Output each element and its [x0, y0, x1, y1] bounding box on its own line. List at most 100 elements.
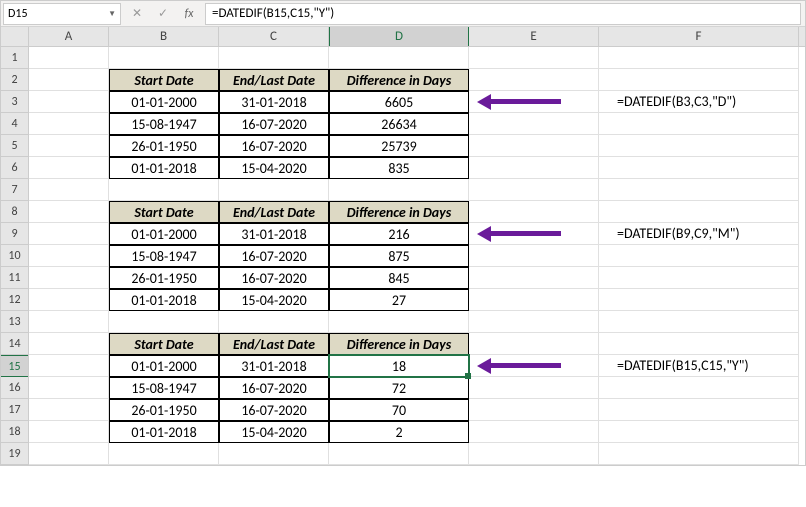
empty-cell[interactable]	[469, 47, 599, 69]
date-cell[interactable]: 16-07-2020	[219, 267, 329, 289]
empty-cell[interactable]	[599, 443, 799, 465]
empty-cell[interactable]	[599, 135, 799, 157]
empty-cell[interactable]	[469, 333, 599, 355]
table-header[interactable]: End/Last Date	[219, 333, 329, 355]
empty-cell[interactable]	[599, 267, 799, 289]
date-cell[interactable]: 26-01-1950	[109, 399, 219, 421]
result-cell[interactable]: 216	[329, 223, 469, 245]
row-header-5[interactable]: 5	[1, 135, 28, 157]
empty-cell[interactable]	[219, 443, 329, 465]
date-cell[interactable]: 01-01-2018	[109, 157, 219, 179]
empty-cell[interactable]	[469, 113, 599, 135]
empty-cell[interactable]	[29, 267, 109, 289]
date-cell[interactable]: 16-07-2020	[219, 399, 329, 421]
annotation-formula[interactable]: =DATEDIF(B9,C9,"M")	[599, 223, 799, 245]
date-cell[interactable]: 26-01-1950	[109, 135, 219, 157]
empty-cell[interactable]	[469, 421, 599, 443]
empty-cell[interactable]	[469, 443, 599, 465]
empty-cell[interactable]	[219, 47, 329, 69]
row-header-2[interactable]: 2	[1, 69, 28, 91]
empty-cell[interactable]	[29, 223, 109, 245]
empty-cell[interactable]	[469, 267, 599, 289]
empty-cell[interactable]	[329, 47, 469, 69]
empty-cell[interactable]	[329, 311, 469, 333]
empty-cell[interactable]	[29, 289, 109, 311]
formula-input[interactable]: =DATEDIF(B15,C15,"Y")	[205, 3, 801, 25]
column-header-c[interactable]: C	[219, 27, 329, 46]
row-header-19[interactable]: 19	[1, 443, 28, 465]
row-header-10[interactable]: 10	[1, 245, 28, 267]
empty-cell[interactable]	[469, 135, 599, 157]
annotation-formula[interactable]: =DATEDIF(B3,C3,"D")	[599, 91, 799, 113]
column-header-f[interactable]: F	[599, 27, 799, 46]
date-cell[interactable]: 15-04-2020	[219, 421, 329, 443]
empty-cell[interactable]	[599, 333, 799, 355]
cancel-icon[interactable]: ✕	[129, 6, 145, 21]
row-header-18[interactable]: 18	[1, 421, 28, 443]
date-cell[interactable]: 31-01-2018	[219, 355, 329, 377]
empty-cell[interactable]	[29, 113, 109, 135]
date-cell[interactable]: 15-04-2020	[219, 157, 329, 179]
result-cell[interactable]: 26634	[329, 113, 469, 135]
column-header-d[interactable]: D	[329, 27, 469, 46]
row-header-8[interactable]: 8	[1, 201, 28, 223]
empty-cell[interactable]	[29, 333, 109, 355]
empty-cell[interactable]	[599, 179, 799, 201]
table-header[interactable]: Difference in Days	[329, 69, 469, 91]
result-cell[interactable]: 72	[329, 377, 469, 399]
empty-cell[interactable]	[469, 157, 599, 179]
empty-cell[interactable]	[109, 47, 219, 69]
empty-cell[interactable]	[29, 157, 109, 179]
column-header-a[interactable]: A	[29, 27, 109, 46]
date-cell[interactable]: 01-01-2000	[109, 355, 219, 377]
result-cell[interactable]: 27	[329, 289, 469, 311]
date-cell[interactable]: 31-01-2018	[219, 223, 329, 245]
row-header-1[interactable]: 1	[1, 47, 28, 69]
annotation-arrow[interactable]	[469, 91, 599, 113]
empty-cell[interactable]	[109, 179, 219, 201]
select-all-corner[interactable]	[1, 27, 29, 47]
result-cell[interactable]: 875	[329, 245, 469, 267]
table-header[interactable]: Difference in Days	[329, 201, 469, 223]
date-cell[interactable]: 16-07-2020	[219, 135, 329, 157]
empty-cell[interactable]	[329, 443, 469, 465]
empty-cell[interactable]	[29, 355, 109, 377]
date-cell[interactable]: 15-04-2020	[219, 289, 329, 311]
row-header-14[interactable]: 14	[1, 333, 28, 355]
date-cell[interactable]: 16-07-2020	[219, 377, 329, 399]
date-cell[interactable]: 15-08-1947	[109, 113, 219, 135]
row-header-7[interactable]: 7	[1, 179, 28, 201]
empty-cell[interactable]	[29, 245, 109, 267]
empty-cell[interactable]	[469, 201, 599, 223]
empty-cell[interactable]	[469, 377, 599, 399]
column-header-e[interactable]: E	[469, 27, 599, 46]
table-header[interactable]: End/Last Date	[219, 69, 329, 91]
date-cell[interactable]: 01-01-2018	[109, 289, 219, 311]
empty-cell[interactable]	[29, 443, 109, 465]
empty-cell[interactable]	[29, 69, 109, 91]
row-header-15[interactable]: 15	[1, 355, 28, 377]
empty-cell[interactable]	[599, 245, 799, 267]
empty-cell[interactable]	[29, 179, 109, 201]
fx-icon[interactable]: fx	[181, 7, 197, 21]
empty-cell[interactable]	[29, 201, 109, 223]
empty-cell[interactable]	[599, 113, 799, 135]
date-cell[interactable]: 15-08-1947	[109, 245, 219, 267]
date-cell[interactable]: 26-01-1950	[109, 267, 219, 289]
empty-cell[interactable]	[109, 443, 219, 465]
name-box-dropdown-icon[interactable]: ▼	[104, 9, 116, 19]
empty-cell[interactable]	[219, 311, 329, 333]
date-cell[interactable]: 01-01-2000	[109, 91, 219, 113]
row-header-3[interactable]: 3	[1, 91, 28, 113]
annotation-formula[interactable]: =DATEDIF(B15,C15,"Y")	[599, 355, 799, 377]
date-cell[interactable]: 01-01-2000	[109, 223, 219, 245]
empty-cell[interactable]	[29, 91, 109, 113]
date-cell[interactable]: 16-07-2020	[219, 113, 329, 135]
empty-cell[interactable]	[219, 179, 329, 201]
table-header[interactable]: Start Date	[109, 333, 219, 355]
row-header-16[interactable]: 16	[1, 377, 28, 399]
empty-cell[interactable]	[329, 179, 469, 201]
name-box[interactable]: D15 ▼	[3, 3, 121, 25]
empty-cell[interactable]	[599, 69, 799, 91]
empty-cell[interactable]	[599, 289, 799, 311]
